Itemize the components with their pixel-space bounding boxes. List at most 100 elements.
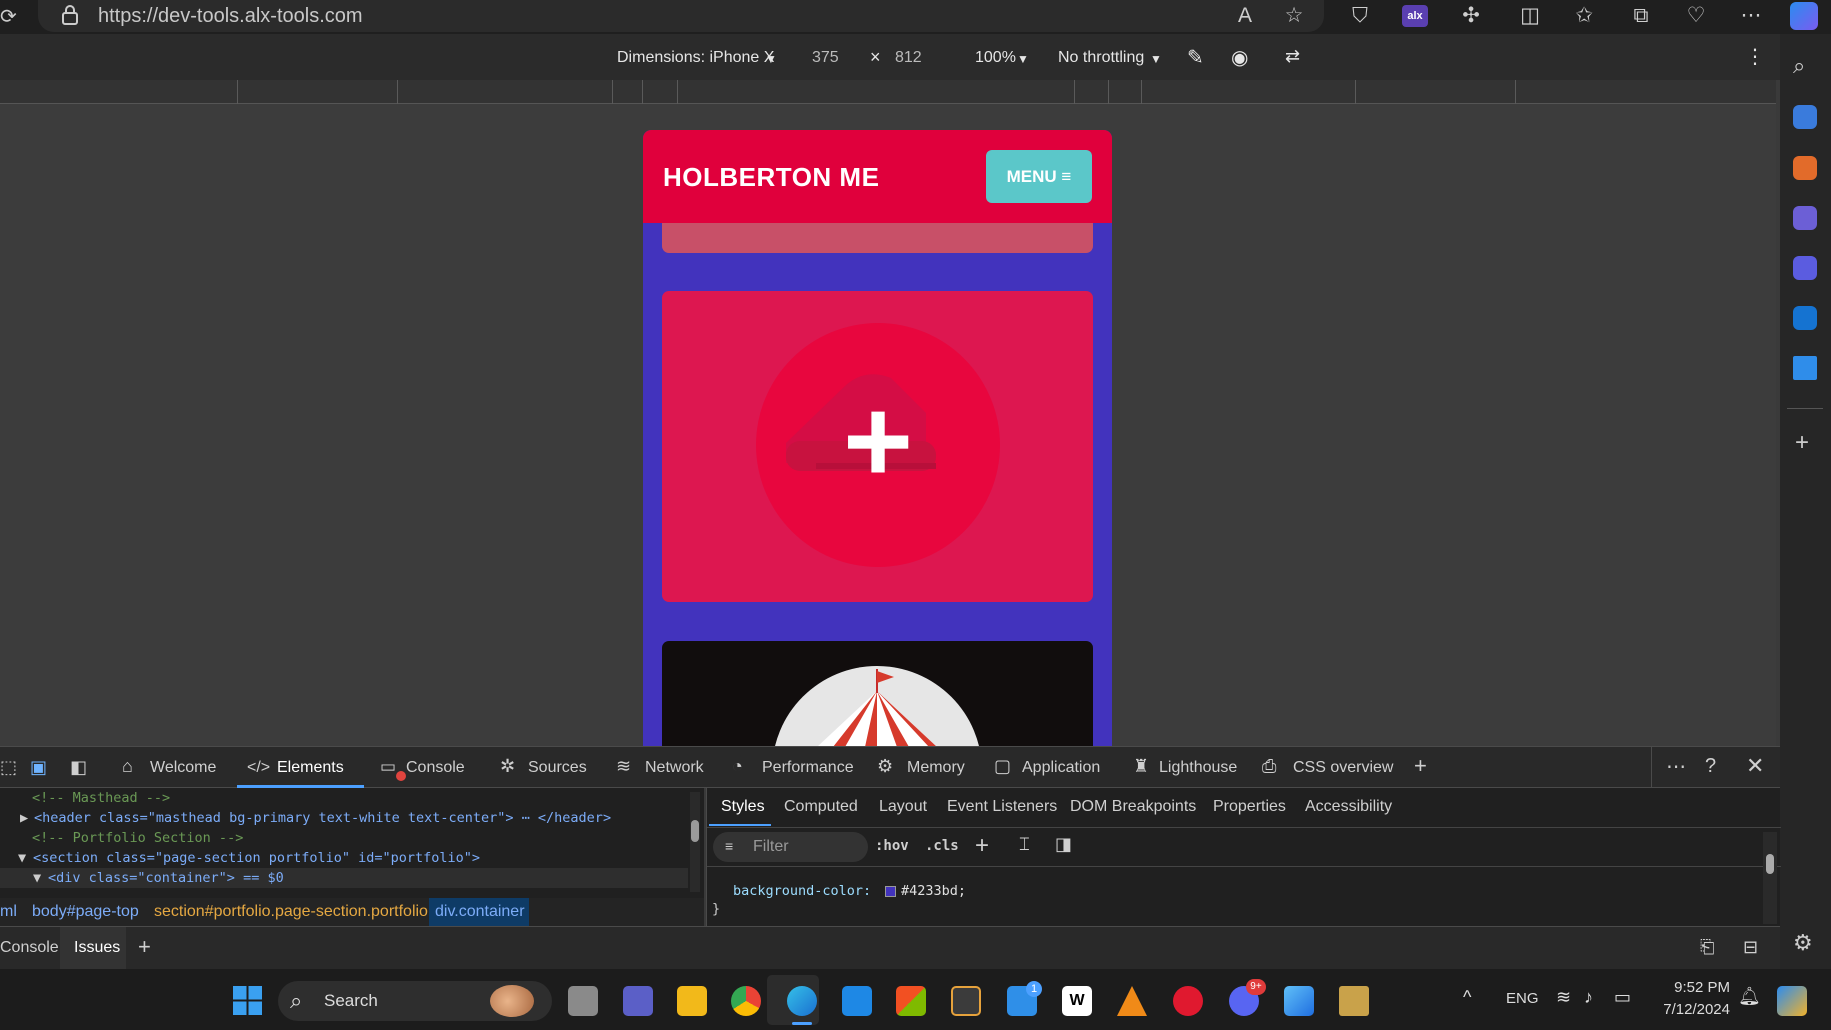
dom-scrollbar[interactable] xyxy=(690,792,700,892)
url-text[interactable]: https://dev-tools.alx-tools.com xyxy=(98,5,363,28)
favorite-star-icon[interactable]: ☆ xyxy=(1281,3,1307,29)
battery-icon[interactable]: ▭ xyxy=(1614,987,1631,1008)
css-value[interactable]: #4233bd; xyxy=(901,883,966,899)
breadcrumb-item[interactable]: section#portfolio.page-section.portfolio xyxy=(154,903,428,921)
dom-node-section[interactable]: <section class="page-section portfolio" … xyxy=(33,850,480,866)
quick-view-icon[interactable]: ⎗ xyxy=(1700,937,1714,958)
portfolio-item[interactable]: + xyxy=(662,291,1093,602)
portfolio-item-partial[interactable] xyxy=(662,223,1093,253)
windows-start-icon[interactable] xyxy=(233,986,262,1015)
photos-icon[interactable] xyxy=(1284,986,1314,1016)
vlc-icon[interactable] xyxy=(1117,986,1147,1016)
more-menu-icon[interactable]: ⋯ xyxy=(1738,3,1764,29)
add-drawer-tab-icon[interactable]: + xyxy=(138,934,151,960)
app-gold-icon[interactable] xyxy=(1339,986,1369,1016)
collapse-triangle-icon[interactable]: ▼ xyxy=(18,850,26,866)
tools-briefcase-icon[interactable] xyxy=(1793,156,1817,180)
extensions-icon[interactable]: ✣ xyxy=(1458,3,1484,29)
dom-tree[interactable]: <!-- Masthead --> ▶ <header class="masth… xyxy=(0,788,704,898)
tab-properties[interactable]: Properties xyxy=(1213,798,1286,816)
dom-comment[interactable]: <!-- Masthead --> xyxy=(32,790,170,806)
css-property[interactable]: background-color: xyxy=(733,883,871,899)
width-input[interactable]: 375 xyxy=(812,49,839,67)
tab-computed[interactable]: Computed xyxy=(784,798,858,816)
inspect-element-icon[interactable]: ⬚ xyxy=(0,757,17,778)
collections-icon[interactable]: ⧉ xyxy=(1628,3,1654,29)
chrome-icon[interactable] xyxy=(731,986,761,1016)
tab-accessibility[interactable]: Accessibility xyxy=(1305,798,1392,816)
tab-event-listeners[interactable]: Event Listeners xyxy=(947,798,1057,816)
games-icon[interactable] xyxy=(1793,206,1817,230)
close-devtools-icon[interactable]: ✕ xyxy=(1746,753,1764,779)
split-screen-icon[interactable]: ◫ xyxy=(1517,3,1543,29)
tab-sources[interactable]: Sources xyxy=(528,759,587,777)
wikipedia-app-icon[interactable]: W xyxy=(1062,986,1092,1016)
app-red-icon[interactable] xyxy=(1173,986,1203,1016)
chevron-up-icon[interactable]: ^ xyxy=(1463,987,1471,1008)
tab-elements[interactable]: Elements xyxy=(277,759,344,777)
vision-deficiency-icon[interactable]: ◉ xyxy=(1231,45,1248,70)
portfolio-item[interactable] xyxy=(662,641,1093,746)
throttling-dropdown[interactable]: No throttling xyxy=(1058,49,1144,67)
add-sidebar-app-icon[interactable]: + xyxy=(1795,431,1817,455)
chevron-down-icon[interactable]: ▼ xyxy=(765,52,777,66)
breadcrumb-item[interactable]: ml xyxy=(0,903,17,921)
menu-button[interactable]: MENU ≡ xyxy=(986,150,1092,203)
tab-lighthouse[interactable]: Lighthouse xyxy=(1159,759,1237,777)
refresh-icon[interactable]: ⟳ xyxy=(0,4,17,28)
outlook-icon[interactable] xyxy=(1793,306,1817,330)
toggle-sidebar-icon[interactable]: ◨ xyxy=(1055,834,1072,855)
color-swatch[interactable] xyxy=(885,886,896,897)
tab-layout[interactable]: Layout xyxy=(879,798,927,816)
language-indicator[interactable]: ENG xyxy=(1506,990,1539,1007)
taskbar-search[interactable]: ⌕ Search xyxy=(278,981,552,1021)
task-view-icon[interactable] xyxy=(568,986,598,1016)
drawer-tab-issues[interactable]: Issues xyxy=(74,939,120,957)
styles-scrollbar[interactable] xyxy=(1763,832,1777,924)
read-aloud-icon[interactable]: A xyxy=(1232,3,1258,29)
app-icon[interactable] xyxy=(951,986,981,1016)
tab-application[interactable]: Application xyxy=(1022,759,1100,777)
tab-performance[interactable]: Performance xyxy=(762,759,854,777)
rotate-icon[interactable]: ⇄ xyxy=(1285,46,1300,67)
tab-memory[interactable]: Memory xyxy=(907,759,965,777)
search-icon[interactable]: ⌕ xyxy=(1793,53,1817,78)
vscode-icon[interactable] xyxy=(842,986,872,1016)
tab-dom-breakpoints[interactable]: DOM Breakpoints xyxy=(1070,798,1196,816)
media-query-ruler[interactable] xyxy=(0,80,1776,104)
favorites-icon[interactable]: ✩ xyxy=(1571,3,1597,29)
alx-extension-icon[interactable]: alx xyxy=(1402,5,1428,27)
sidebar-settings-gear-icon[interactable]: ⚙ xyxy=(1793,930,1817,955)
m365-icon[interactable] xyxy=(1793,256,1817,280)
cls-toggle[interactable]: .cls xyxy=(925,838,959,854)
device-more-icon[interactable]: ⋮ xyxy=(1745,44,1765,69)
tab-css-overview[interactable]: CSS overview xyxy=(1293,759,1393,777)
dock-side-icon[interactable]: ◧ xyxy=(70,757,87,778)
eyedropper-icon[interactable]: ✎ xyxy=(1187,45,1204,70)
lock-icon[interactable] xyxy=(60,4,80,26)
drawer-tab-console[interactable]: Console xyxy=(0,939,59,957)
zoom-dropdown[interactable]: 100% xyxy=(975,49,1016,67)
paint-brush-icon[interactable]: ⌶ xyxy=(1019,834,1030,855)
device-toolbar-toggle-icon[interactable]: ▣ xyxy=(30,757,47,778)
filter-input[interactable]: ≡ Filter xyxy=(713,832,868,862)
breadcrumb-item[interactable]: div.container xyxy=(435,903,525,921)
dom-node-header[interactable]: <header class="masthead bg-primary text-… xyxy=(34,810,611,826)
file-explorer-icon[interactable] xyxy=(677,986,707,1016)
add-tab-icon[interactable]: + xyxy=(1414,753,1427,779)
height-input[interactable]: 812 xyxy=(895,49,922,67)
copilot-taskbar-icon[interactable] xyxy=(1777,986,1807,1016)
new-style-rule-icon[interactable]: + xyxy=(975,832,989,860)
chevron-down-icon[interactable]: ▼ xyxy=(1150,52,1162,66)
breadcrumb-item[interactable]: body#page-top xyxy=(32,903,139,921)
browser-essentials-icon[interactable]: ♡ xyxy=(1683,3,1709,29)
teams-icon[interactable] xyxy=(623,986,653,1016)
expand-triangle-icon[interactable]: ▶ xyxy=(20,810,28,826)
chevron-down-icon[interactable]: ▼ xyxy=(1017,52,1029,66)
dimensions-dropdown[interactable]: Dimensions: iPhone X xyxy=(617,49,774,67)
navbar-brand[interactable]: HOLBERTON ME xyxy=(663,162,879,193)
collapse-triangle-icon[interactable]: ▼ xyxy=(33,870,41,886)
tab-console[interactable]: Console xyxy=(406,759,465,777)
wifi-icon[interactable]: ≋ xyxy=(1556,987,1571,1008)
volume-icon[interactable]: ♪ xyxy=(1584,987,1593,1008)
